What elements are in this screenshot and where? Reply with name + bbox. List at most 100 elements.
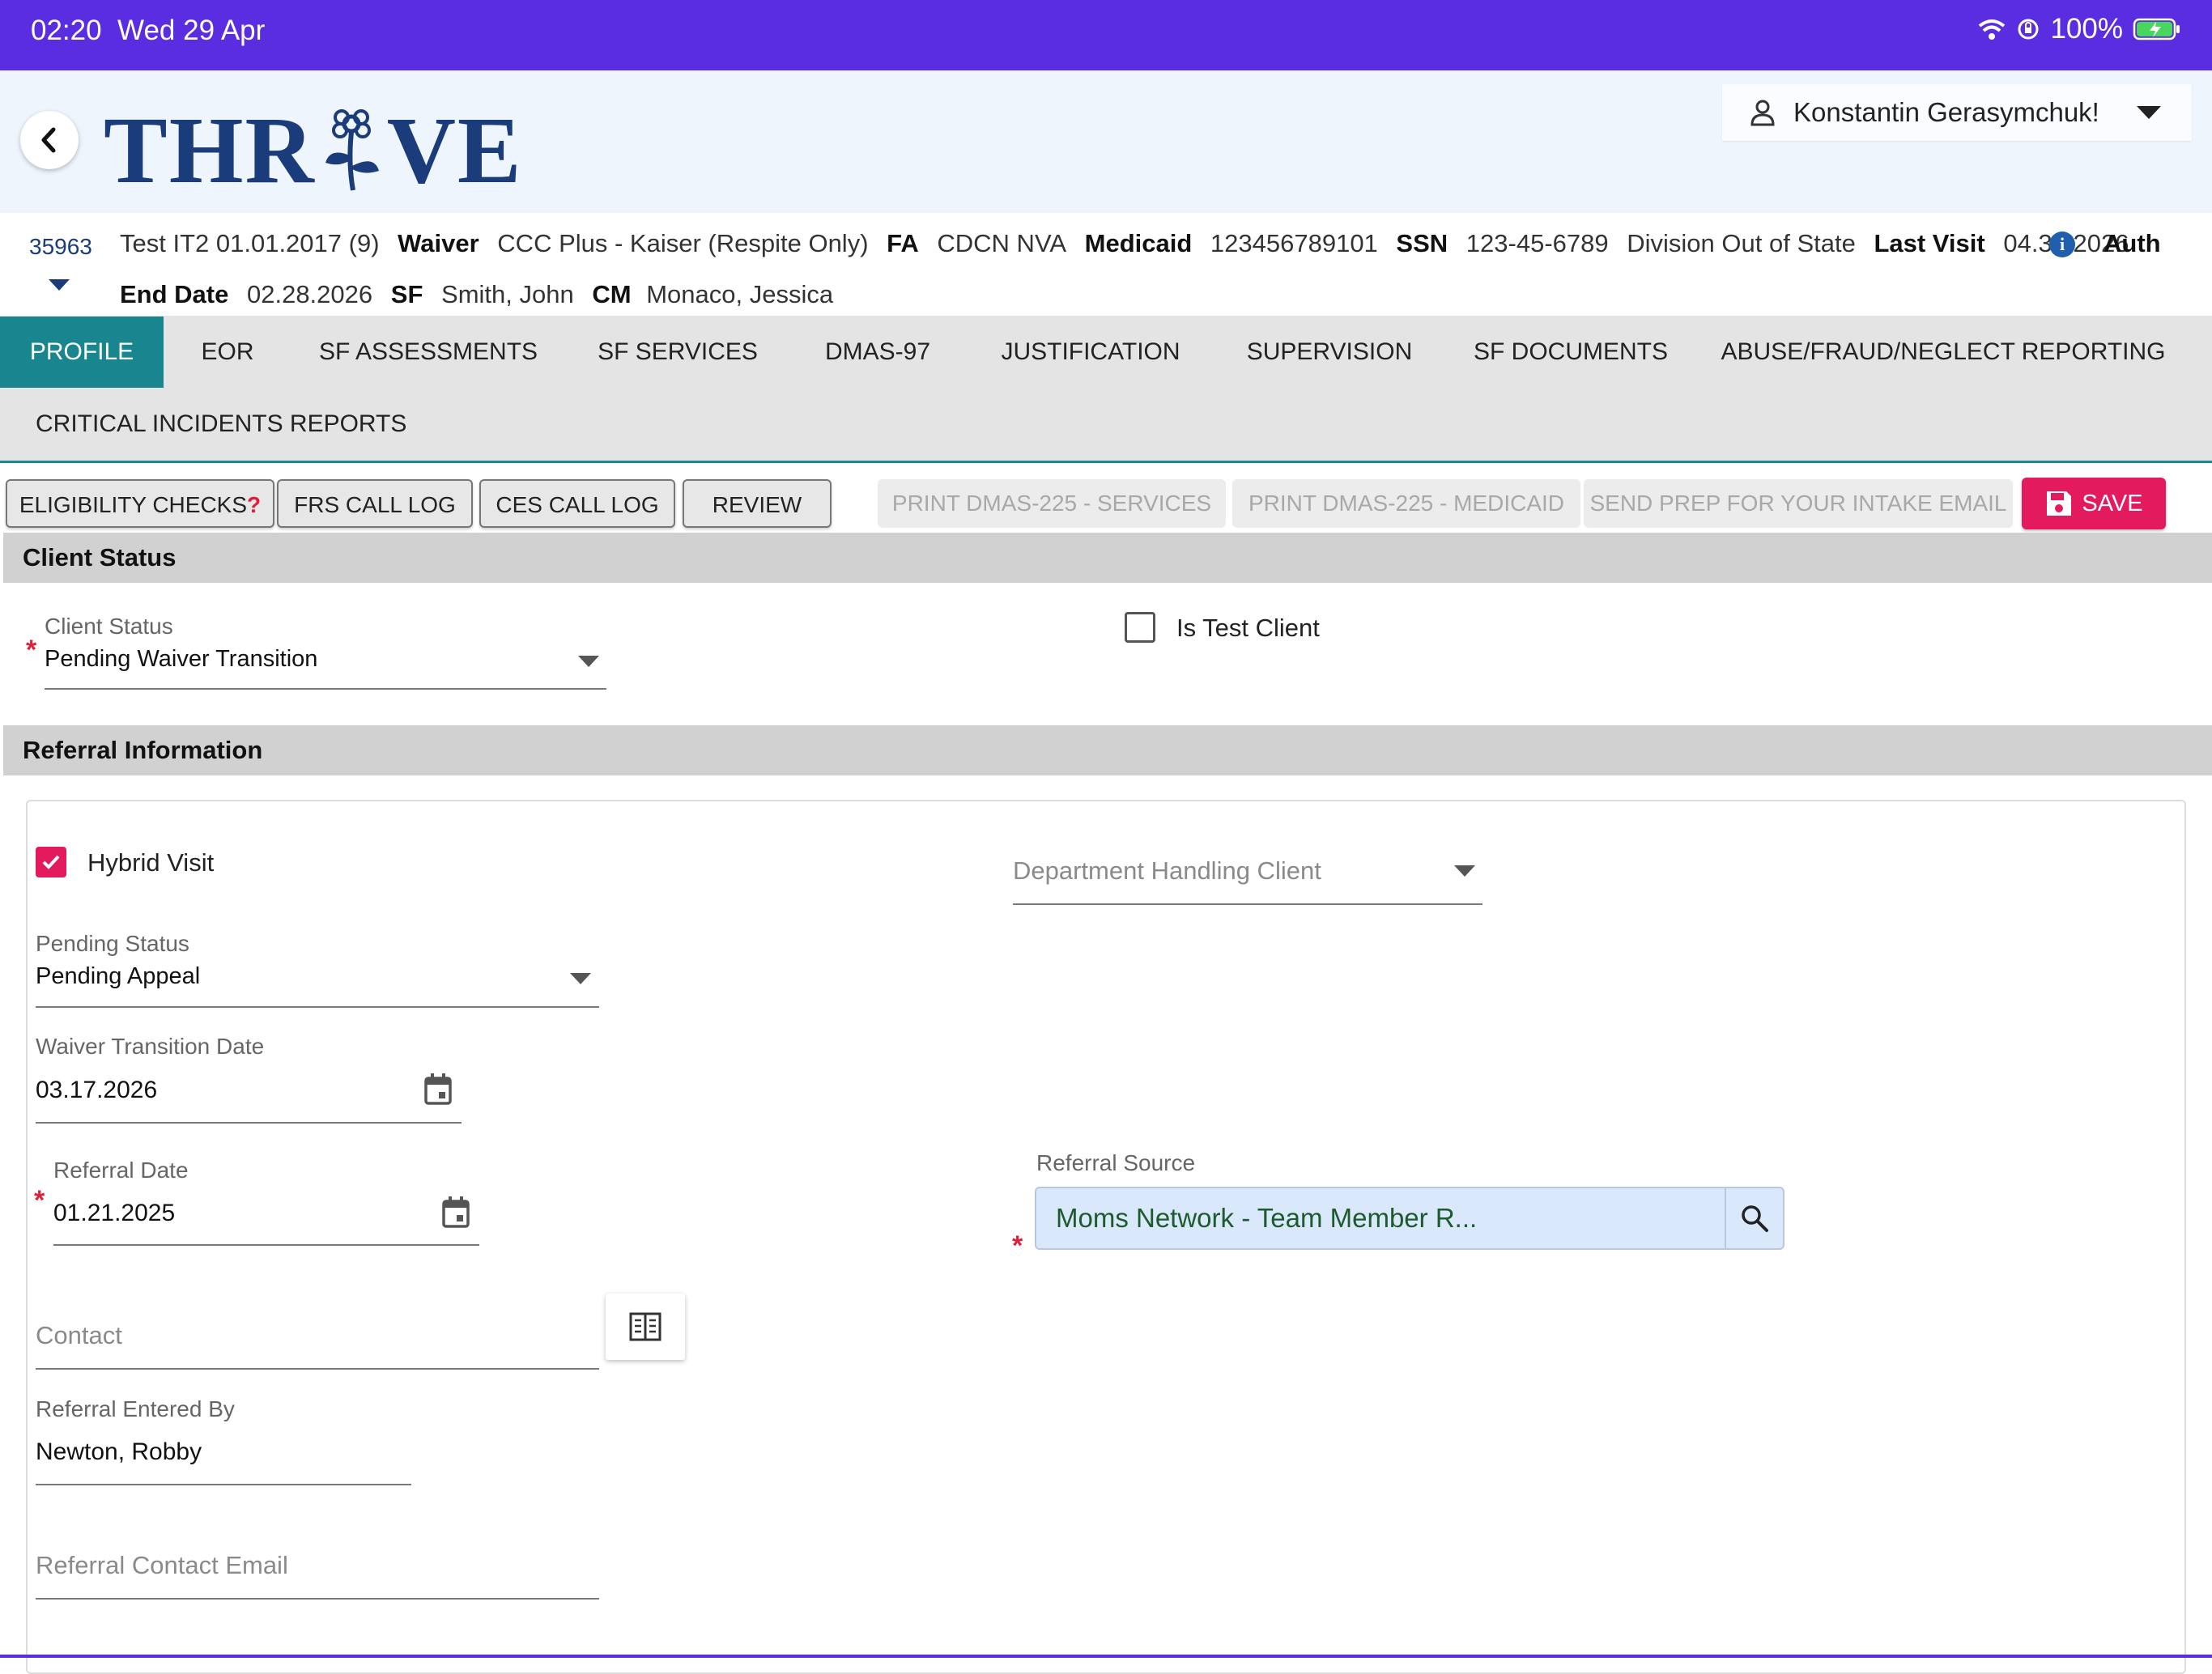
- referral-source-label: Referral Source: [1036, 1150, 1196, 1175]
- sf-value: Smith, John: [441, 280, 574, 308]
- tab-sf-services[interactable]: SF SERVICES: [581, 317, 774, 388]
- user-icon: [1750, 100, 1775, 126]
- client-id: 35963: [29, 234, 92, 259]
- waiver-transition-date-input[interactable]: 03.17.2026: [36, 1077, 157, 1104]
- status-icons: 100%: [1977, 13, 2181, 45]
- client-status-select[interactable]: Pending Waiver Transition: [45, 646, 317, 673]
- referral-contact-email-underline: [36, 1598, 599, 1600]
- fa-value: CDCN NVA: [937, 229, 1066, 257]
- print-dmas-225-medicaid-button[interactable]: PRINT DMAS-225 - MEDICAID: [1232, 479, 1580, 528]
- ssn-label: SSN: [1396, 229, 1448, 257]
- contact-input[interactable]: Contact: [36, 1321, 122, 1350]
- save-button[interactable]: SAVE: [2022, 478, 2166, 529]
- tab-abuse-fraud-neglect[interactable]: ABUSE/FRAUD/NEGLECT REPORTING: [1716, 317, 2170, 388]
- chevron-left-icon: [41, 127, 56, 153]
- pending-status-label: Pending Status: [36, 931, 189, 956]
- search-icon: [1742, 1205, 1768, 1232]
- pending-status-underline: [36, 1006, 599, 1008]
- ssn-value: 123-45-6789: [1465, 229, 1609, 257]
- referral-info-section-header: Referral Information: [3, 725, 2212, 775]
- ces-call-log-button[interactable]: CES CALL LOG: [479, 479, 675, 528]
- user-name: Konstantin Gerasymchuk!: [1793, 97, 2099, 127]
- client-info-line-2: End Date 02.28.2026 SF Smith, John CM Mo…: [120, 280, 844, 309]
- floppy-disk-icon: [2047, 491, 2072, 516]
- chevron-down-icon: [2136, 106, 2161, 119]
- calendar-icon[interactable]: [423, 1073, 453, 1107]
- tab-sf-documents[interactable]: SF DOCUMENTS: [1457, 317, 1684, 388]
- tab-sf-assessments[interactable]: SF ASSESSMENTS: [308, 317, 549, 388]
- end-date-label: End Date: [120, 280, 229, 308]
- cm-value: Monaco, Jessica: [646, 280, 834, 308]
- info-icon[interactable]: i: [2049, 232, 2075, 257]
- print-dmas-225-services-button[interactable]: PRINT DMAS-225 - SERVICES: [878, 479, 1226, 528]
- referral-date-input[interactable]: 01.21.2025: [53, 1200, 175, 1227]
- contact-lookup-button[interactable]: [606, 1294, 685, 1360]
- client-info-line-1: Test IT2 01.01.2017 (9) Waiver CCC Plus …: [120, 229, 2141, 258]
- department-handling-select[interactable]: Department Handling Client: [1013, 856, 1321, 886]
- waiver-transition-date-label: Waiver Transition Date: [36, 1034, 265, 1059]
- user-menu[interactable]: Konstantin Gerasymchuk!: [1722, 84, 2192, 141]
- referral-entered-by-underline: [36, 1484, 411, 1485]
- referral-source-field[interactable]: Moms Network - Team Member R...: [1035, 1187, 1784, 1250]
- medicaid-value: 123456789101: [1210, 229, 1378, 257]
- is-test-client-checkbox[interactable]: [1125, 612, 1155, 643]
- thrive-logo: THR VE: [104, 97, 523, 203]
- contact-underline: [36, 1368, 599, 1370]
- tab-eor[interactable]: EOR: [178, 317, 277, 388]
- referral-entered-by-label: Referral Entered By: [36, 1396, 235, 1421]
- battery-charging-icon: [2133, 18, 2180, 40]
- eligibility-checks-button[interactable]: ELIGIBILITY CHECKS?: [6, 479, 274, 528]
- status-bar: 02:20 Wed 29 Apr 100%: [0, 0, 2212, 70]
- question-mark-icon: ?: [247, 492, 262, 517]
- tab-dmas-97[interactable]: DMAS-97: [806, 317, 949, 388]
- flower-icon: [325, 109, 379, 191]
- division-value: Division Out of State: [1627, 229, 1856, 257]
- pending-status-select[interactable]: Pending Appeal: [36, 963, 200, 990]
- cm-label: CM: [592, 280, 632, 308]
- status-time: 02:20 Wed 29 Apr: [31, 15, 266, 46]
- tab-critical-incidents[interactable]: CRITICAL INCIDENTS REPORTS: [16, 389, 424, 460]
- waiver-value: CCC Plus - Kaiser (Respite Only): [497, 229, 869, 257]
- client-name-dob: Test IT2 01.01.2017 (9): [120, 229, 380, 257]
- check-icon: [42, 855, 60, 869]
- waiver-label: Waiver: [398, 229, 479, 257]
- department-underline: [1013, 903, 1482, 905]
- chevron-down-icon[interactable]: [1454, 865, 1475, 877]
- referral-source-value: Moms Network - Team Member R...: [1056, 1203, 1478, 1233]
- referral-source-search-button[interactable]: [1725, 1188, 1783, 1248]
- wifi-icon: [1979, 19, 2006, 40]
- required-marker: *: [34, 1185, 45, 1216]
- end-date-value: 02.28.2026: [246, 280, 373, 308]
- referral-date-underline: [53, 1244, 479, 1246]
- referral-date-label: Referral Date: [53, 1158, 189, 1183]
- chevron-down-icon[interactable]: [578, 656, 599, 667]
- fa-label: FA: [887, 229, 919, 257]
- calendar-icon[interactable]: [440, 1196, 471, 1230]
- send-prep-intake-email-button[interactable]: SEND PREP FOR YOUR INTAKE EMAIL: [1584, 479, 2013, 528]
- tab-justification[interactable]: JUSTIFICATION: [980, 317, 1202, 388]
- battery-percent: 100%: [2050, 13, 2123, 45]
- referral-contact-email-input[interactable]: Referral Contact Email: [36, 1551, 288, 1580]
- back-button[interactable]: [20, 111, 79, 169]
- auth-label: Auth: [2104, 229, 2161, 257]
- bottom-border: [0, 1655, 2212, 1658]
- client-status-label: Client Status: [45, 614, 173, 639]
- medicaid-label: Medicaid: [1084, 229, 1193, 257]
- required-marker: *: [1012, 1230, 1023, 1261]
- frs-call-log-button[interactable]: FRS CALL LOG: [277, 479, 473, 528]
- expand-chevron-icon[interactable]: [49, 279, 70, 291]
- sf-label: SF: [390, 280, 423, 308]
- tab-profile[interactable]: PROFILE: [0, 317, 164, 388]
- referral-entered-by-value: Newton, Robby: [36, 1438, 202, 1465]
- waiver-transition-underline: [36, 1122, 462, 1124]
- client-status-section-header: Client Status: [3, 533, 2212, 583]
- hybrid-visit-label: Hybrid Visit: [87, 848, 215, 877]
- chevron-down-icon[interactable]: [570, 973, 591, 984]
- client-status-underline: [45, 688, 606, 690]
- hybrid-visit-checkbox[interactable]: [36, 847, 66, 877]
- review-log-button[interactable]: REVIEW LOG?: [683, 479, 832, 566]
- is-test-client-label: Is Test Client: [1176, 614, 1320, 642]
- contact-book-icon: [629, 1312, 661, 1341]
- tab-supervision[interactable]: SUPERVISION: [1234, 317, 1425, 388]
- last-visit-label: Last Visit: [1874, 229, 1985, 257]
